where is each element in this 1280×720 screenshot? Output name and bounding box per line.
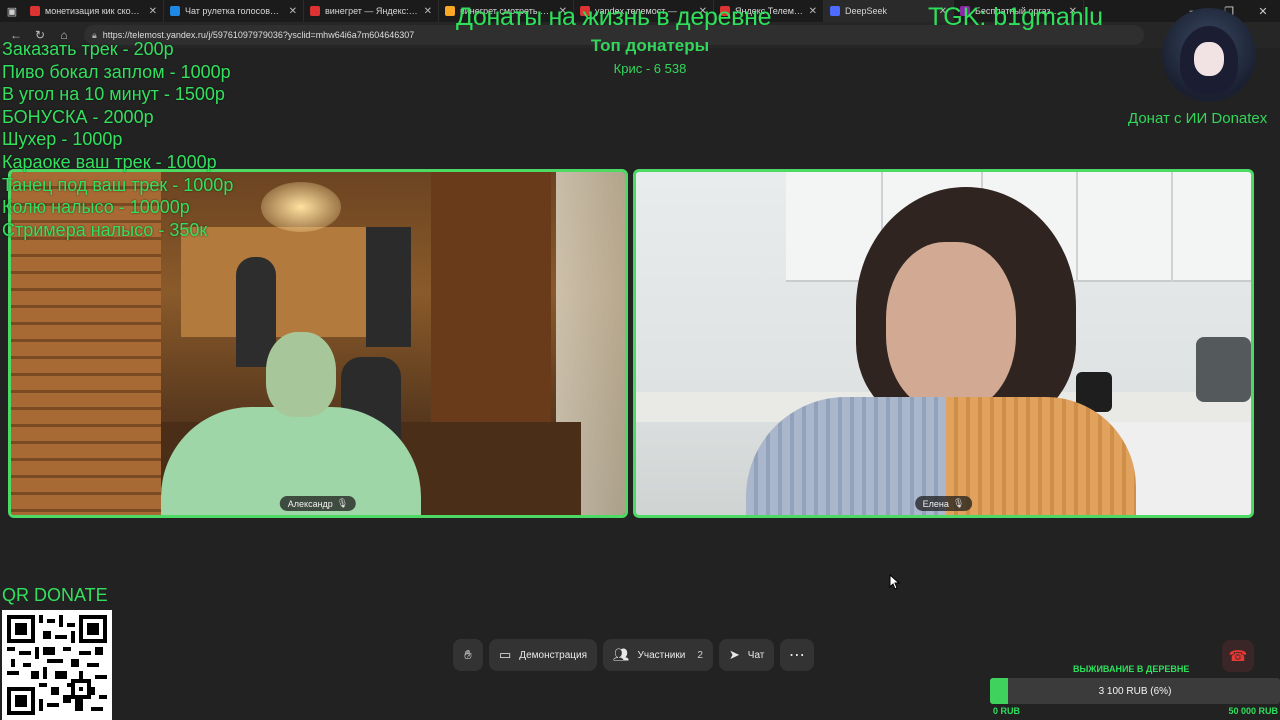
qr-code	[2, 610, 112, 720]
price-list-item: Караоке ваш трек - 1000р	[2, 151, 217, 172]
stream-title-overlay: Донаты на жизнь в деревне	[456, 3, 772, 31]
screen: ▣ монетизация кик сколько ✕ Чат рулетка …	[0, 0, 1280, 720]
price-list-item: БОНУСКА - 2000р	[2, 106, 154, 127]
telegram-channel-overlay: TGK: b1gmanlu	[928, 3, 1104, 31]
participants-button[interactable]: 👥︎ Участники 2	[603, 639, 713, 671]
chat-label: Чат	[747, 649, 765, 661]
price-list-item: Заказать трек - 200р	[2, 39, 174, 59]
tab-favicon-icon	[310, 6, 320, 16]
goal-progress-text: 3 100 RUB (6%)	[1098, 685, 1172, 697]
video-scene	[266, 332, 336, 417]
price-list-item: Колю налысо - 10000р	[2, 197, 190, 218]
send-icon: ➤	[728, 647, 740, 662]
video-person	[746, 187, 1166, 515]
browser-tab[interactable]: монетизация кик сколько ✕	[24, 0, 164, 22]
participant-name: Александр	[287, 498, 333, 509]
microphone-icon: 🎙︎	[952, 498, 965, 508]
tab-title: монетизация кик сколько	[45, 6, 144, 16]
more-dots-icon: ⋯	[788, 647, 806, 664]
tab-favicon-icon	[445, 6, 455, 16]
goal-min-label: 0 RUB	[993, 706, 1021, 716]
price-list-item: Пиво бокал заплом - 1000р	[2, 61, 231, 82]
browser-tab[interactable]: винегрет — Яндекс: нашл ✕	[304, 0, 439, 22]
chat-button[interactable]: ➤ Чат	[718, 639, 775, 671]
tab-title: DeepSeek	[845, 6, 888, 16]
streamer-avatar	[1162, 8, 1256, 102]
participant-name-badge: Александр 🎙︎	[279, 496, 357, 511]
tab-title: Чат рулетка голосовая —	[185, 6, 284, 16]
video-scene	[1196, 337, 1251, 402]
goal-max-label: 50 000 RUB	[1228, 706, 1278, 716]
video-scene	[181, 227, 381, 337]
qr-code-image	[7, 615, 107, 715]
tab-close-icon[interactable]: ✕	[424, 6, 432, 17]
donate-ai-label: Донат с ИИ Donatex	[1128, 110, 1268, 127]
price-list-item: Танец под ваш трек - 1000р	[2, 174, 234, 195]
tab-title: винегрет — Яндекс: нашл	[325, 6, 419, 16]
tab-close-icon[interactable]: ✕	[149, 6, 157, 17]
screen-share-icon: ▭	[499, 647, 512, 662]
screen-share-button[interactable]: ▭ Демонстрация	[489, 639, 598, 671]
close-window-icon[interactable]: ✕	[1246, 0, 1280, 22]
microphone-icon: 🎙︎	[336, 498, 349, 508]
donation-price-list: Заказать трек - 200р Пиво бокал заплом -…	[2, 38, 233, 241]
goal-progress-bar: 3 100 RUB (6%)	[990, 678, 1280, 704]
browser-tab[interactable]: Чат рулетка голосовая — ✕	[164, 0, 304, 22]
more-options-button[interactable]: ⋯	[780, 639, 815, 671]
price-list-item: В угол на 10 минут - 1500р	[2, 84, 225, 105]
tab-favicon-icon	[30, 6, 40, 16]
qr-donate-title: QR DONATE	[2, 585, 108, 605]
video-scene	[886, 242, 1016, 412]
video-scene	[946, 397, 1136, 515]
hand-icon: ✋︎	[464, 647, 472, 662]
tab-menu-icon[interactable]: ▣	[0, 0, 24, 22]
raise-hand-button[interactable]: ✋︎	[453, 639, 483, 671]
hang-up-button[interactable]: ☎︎	[1222, 640, 1254, 672]
video-person	[161, 327, 421, 515]
participants-label: Участники	[637, 649, 686, 661]
tab-close-icon[interactable]: ✕	[289, 6, 297, 17]
phone-hangup-icon: ☎︎	[1228, 648, 1248, 665]
tab-favicon-icon	[830, 6, 840, 16]
avatar-face	[1194, 42, 1224, 76]
video-scene	[261, 182, 341, 232]
tab-close-icon[interactable]: ✕	[809, 6, 817, 17]
people-icon: 👥︎	[613, 647, 630, 662]
participant-name: Елена	[922, 498, 949, 509]
goal-title: ВЫЖИВАНИЕ В ДЕРЕВНЕ	[1073, 664, 1190, 674]
top-donor-entry: Крис - 6 538	[613, 61, 687, 76]
tab-favicon-icon	[170, 6, 180, 16]
cursor-icon	[889, 573, 901, 590]
participants-count: 2	[697, 649, 703, 661]
participant-name-badge: Елена 🎙︎	[914, 496, 973, 511]
price-list-item: Стримера налысо - 350к	[2, 219, 208, 240]
top-donors-title: Топ донатеры	[590, 36, 710, 55]
participant-video-right[interactable]: Елена 🎙︎	[633, 169, 1254, 518]
video-scene	[1171, 172, 1173, 282]
screen-share-label: Демонстрация	[519, 649, 588, 661]
price-list-item: Шухер - 1000р	[2, 129, 123, 150]
call-controls: ✋︎ ▭ Демонстрация 👥︎ Участники 2 ➤ Чат ⋯	[453, 639, 815, 671]
